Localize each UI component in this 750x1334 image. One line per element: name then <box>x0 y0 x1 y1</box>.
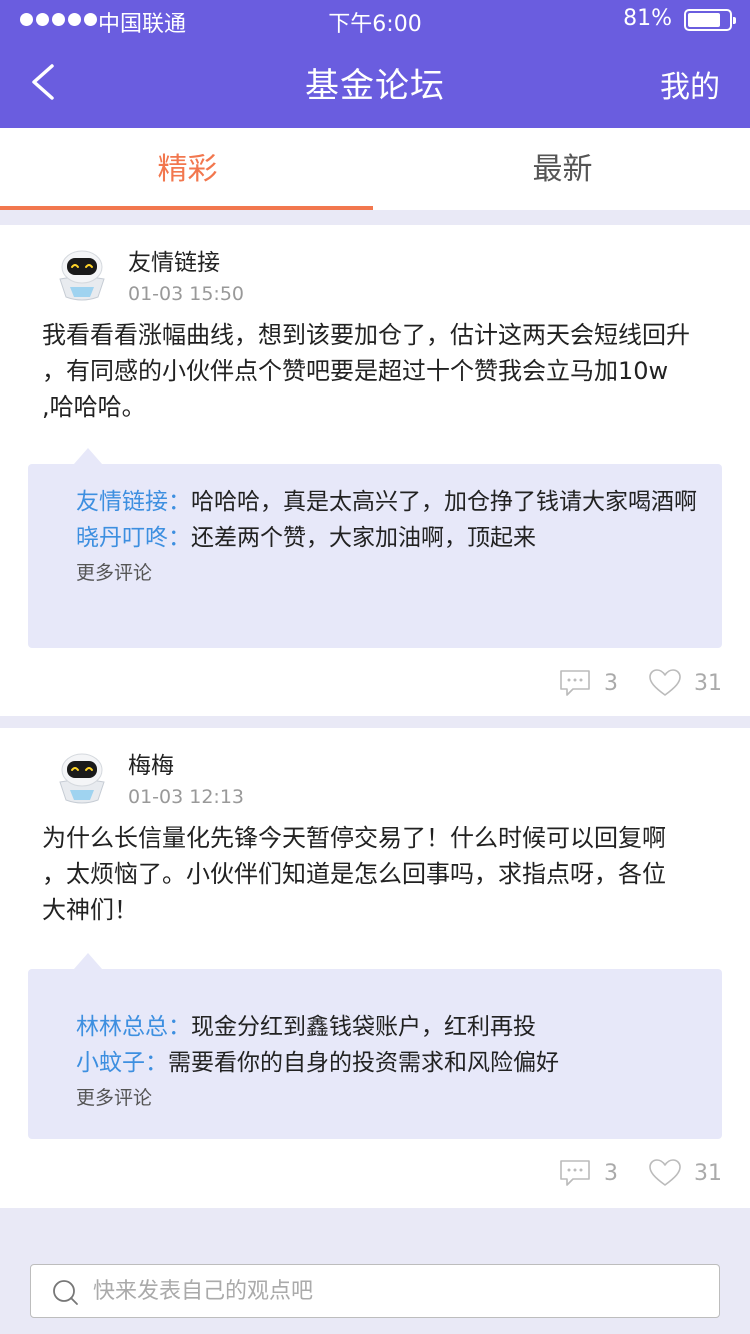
active-tab-indicator <box>0 206 373 210</box>
comment-item: 友情链接：哈哈哈，真是太高兴了，加仓挣了钱请大家喝酒啊 <box>76 484 698 520</box>
speech-bubble-icon <box>560 1160 590 1186</box>
battery-percent: 81% <box>623 6 672 31</box>
heart-icon <box>649 1159 681 1186</box>
post-content-line: ，有同感的小伙伴点个赞吧要是超过十个赞我会立马加10w <box>42 357 669 385</box>
post-time: 01-03 12:13 <box>128 786 245 808</box>
post-author[interactable]: 友情链接 <box>128 243 220 277</box>
comment-item: 小蚊子：需要看你的自身的投资需求和风险偏好 <box>76 1045 698 1081</box>
post-time: 01-03 15:50 <box>128 283 245 305</box>
comment-author[interactable]: 友情链接： <box>76 489 191 515</box>
post-content: 为什么长信量化先锋今天暂停交易了！什么时候可以回复啊 ，太烦恼了。小伙伴们知道是… <box>42 820 710 928</box>
battery-icon <box>684 9 736 31</box>
like-button[interactable]: 31 <box>648 668 722 698</box>
speech-bubble-icon <box>560 670 590 696</box>
comment-count: 3 <box>604 1160 618 1186</box>
robot-avatar-icon <box>59 250 105 301</box>
opinion-input-box[interactable] <box>30 1264 720 1318</box>
post-content-line: 大神们！ <box>42 896 138 924</box>
like-button[interactable]: 31 <box>648 1158 722 1188</box>
comment-item: 晓丹叮咚：还差两个赞，大家加油啊，顶起来 <box>76 520 698 556</box>
comment-text: 哈哈哈，真是太高兴了，加仓挣了钱请大家喝酒啊 <box>191 489 697 515</box>
post-actions: 3 31 <box>558 1155 722 1191</box>
mine-button[interactable]: 我的 <box>660 62 720 106</box>
opinion-input[interactable] <box>93 1265 703 1317</box>
app-header: 中国联通 下午6:00 81% 基金论坛 我的 <box>0 0 750 128</box>
comment-author[interactable]: 林林总总： <box>76 1014 191 1040</box>
comment-button[interactable]: 3 <box>558 1158 618 1188</box>
tab-featured[interactable]: 精彩 <box>0 128 375 210</box>
more-comments-link[interactable]: 更多评论 <box>76 1083 152 1110</box>
comments-preview: 友情链接：哈哈哈，真是太高兴了，加仓挣了钱请大家喝酒啊 晓丹叮咚：还差两个赞，大… <box>28 448 722 648</box>
like-count: 31 <box>694 670 722 696</box>
post-card[interactable]: 梅梅 01-03 12:13 为什么长信量化先锋今天暂停交易了！什么时候可以回复… <box>0 728 750 1208</box>
heart-icon <box>649 669 681 696</box>
page-title: 基金论坛 <box>305 66 445 106</box>
post-content-line: ,哈哈哈。 <box>42 393 146 421</box>
comment-author[interactable]: 晓丹叮咚： <box>76 525 191 551</box>
robot-avatar-icon <box>59 753 105 804</box>
tab-bar: 精彩 最新 <box>0 128 750 210</box>
comment-author[interactable]: 小蚊子： <box>76 1050 168 1076</box>
more-comments-link[interactable]: 更多评论 <box>76 558 152 585</box>
comment-text: 还差两个赞，大家加油啊，顶起来 <box>191 525 536 551</box>
comment-count: 3 <box>604 670 618 696</box>
comment-text: 现金分红到鑫钱袋账户，红利再投 <box>191 1014 536 1040</box>
comment-input-bar <box>0 1246 750 1334</box>
comments-preview: 林林总总：现金分红到鑫钱袋账户，红利再投 小蚊子：需要看你的自身的投资需求和风险… <box>28 953 722 1139</box>
post-content-line: 我看看看涨幅曲线，想到该要加仓了，估计这两天会短线回升 <box>42 321 690 349</box>
like-count: 31 <box>694 1160 722 1186</box>
comment-button[interactable]: 3 <box>558 668 618 698</box>
search-icon <box>53 1280 78 1305</box>
comment-text: 需要看你的自身的投资需求和风险偏好 <box>168 1050 559 1076</box>
battery-fill <box>688 13 720 27</box>
status-bar: 中国联通 下午6:00 81% <box>0 0 750 40</box>
post-content-line: 为什么长信量化先锋今天暂停交易了！什么时候可以回复啊 <box>42 824 666 852</box>
post-content: 我看看看涨幅曲线，想到该要加仓了，估计这两天会短线回升 ，有同感的小伙伴点个赞吧… <box>42 317 710 425</box>
tab-latest[interactable]: 最新 <box>375 128 750 210</box>
post-author[interactable]: 梅梅 <box>128 746 174 780</box>
post-content-line: ，太烦恼了。小伙伴们知道是怎么回事吗，求指点呀，各位 <box>42 860 666 888</box>
comment-item: 林林总总：现金分红到鑫钱袋账户，红利再投 <box>76 1009 698 1045</box>
post-card[interactable]: 友情链接 01-03 15:50 我看看看涨幅曲线，想到该要加仓了，估计这两天会… <box>0 225 750 716</box>
post-actions: 3 31 <box>558 665 722 701</box>
